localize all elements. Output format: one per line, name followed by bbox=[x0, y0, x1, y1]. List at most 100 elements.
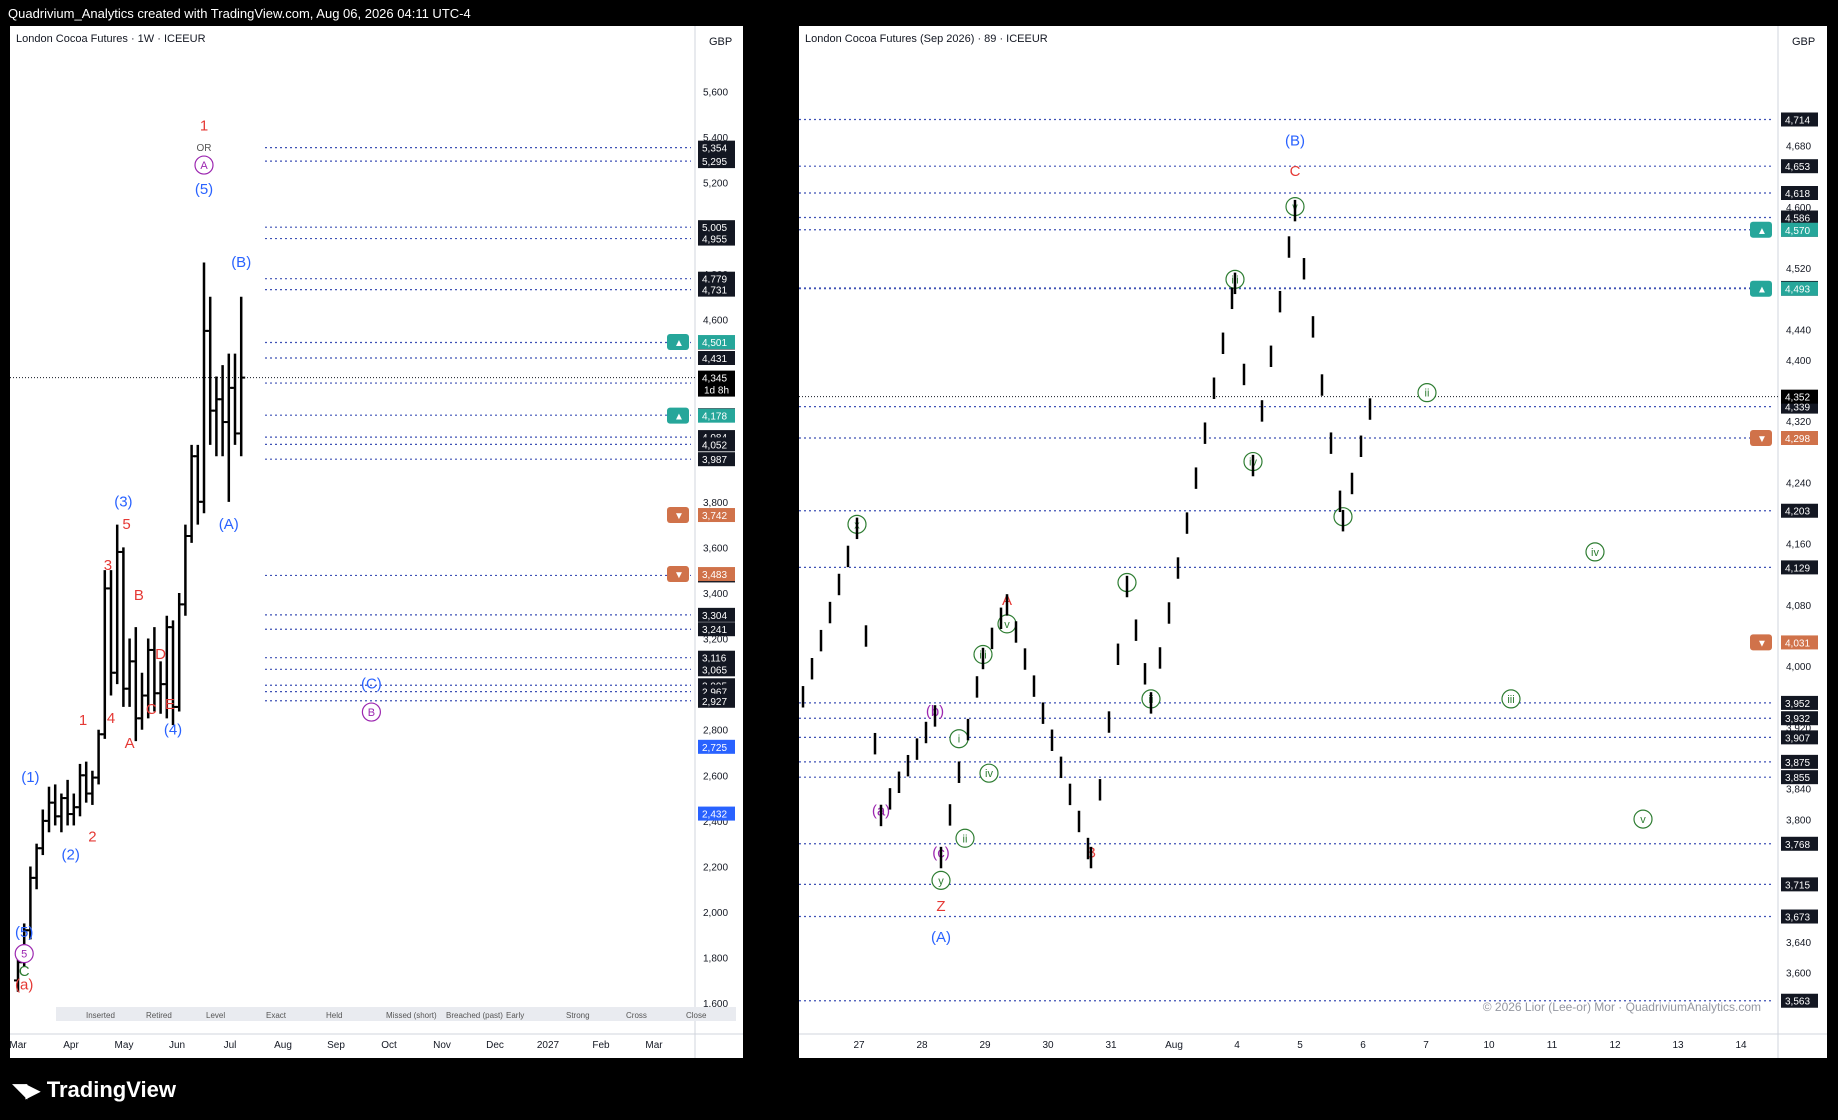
y-tick-label: 3,800 bbox=[703, 498, 728, 509]
wave-label: 3 bbox=[104, 557, 112, 574]
price-marker-label: 3,742 bbox=[702, 511, 727, 522]
x-tick-label: Aug bbox=[1165, 1040, 1183, 1051]
level-tag-label: 3,065 bbox=[702, 665, 727, 676]
last-price-label: 4,345 bbox=[702, 374, 727, 385]
marker-arrow: ▼ bbox=[1757, 638, 1767, 649]
x-tick-label: 11 bbox=[1547, 1040, 1558, 1051]
chart-title: London Cocoa Futures · 1W · ICEEUR bbox=[16, 33, 206, 45]
y-tick-label: 4,400 bbox=[1786, 356, 1811, 367]
legend-item: Held bbox=[326, 1011, 342, 1020]
level-tag-label: 4,731 bbox=[702, 286, 727, 297]
legend-item: Inserted bbox=[86, 1011, 115, 1020]
wave-label: (3) bbox=[114, 493, 132, 510]
y-tick-label: 4,440 bbox=[1786, 325, 1811, 336]
marker-arrow: ▲ bbox=[1757, 226, 1767, 237]
x-tick-label: Dec bbox=[486, 1040, 504, 1051]
wave-label: (2) bbox=[62, 847, 80, 864]
level-tag-label: 3,563 bbox=[1785, 997, 1810, 1008]
footer-brand-name: TradingView bbox=[46, 1077, 176, 1102]
y-tick-label: 4,520 bbox=[1786, 264, 1811, 275]
y-tick-label: 3,640 bbox=[1786, 938, 1811, 949]
y-tick-label: 4,240 bbox=[1786, 478, 1811, 489]
y-tick-label: 3,600 bbox=[703, 543, 728, 554]
wave-label: 1 bbox=[200, 117, 208, 134]
currency-label: GBP bbox=[1792, 36, 1815, 48]
wave-label: ii bbox=[963, 833, 968, 845]
wave-label: (C) bbox=[361, 676, 382, 693]
level-tag-label: 3,875 bbox=[1785, 758, 1810, 769]
level-tag-label: 4,955 bbox=[702, 235, 727, 246]
legend-item: Early bbox=[506, 1011, 524, 1020]
wave-label: D bbox=[155, 646, 166, 663]
wave-label: ii bbox=[1425, 388, 1430, 400]
y-tick-label: 3,800 bbox=[1786, 815, 1811, 826]
y-tick-label: 5,200 bbox=[703, 179, 728, 190]
chart-caption: Quadrivium_Analytics created with Tradin… bbox=[8, 6, 471, 21]
intraday-chart-pane[interactable]: GBP London Cocoa Futures (Sep 2026) · 89 … bbox=[799, 26, 1827, 1058]
y-tick-label: 2,200 bbox=[703, 862, 728, 873]
level-tag-label: 3,987 bbox=[702, 455, 727, 466]
wave-label: C bbox=[1290, 163, 1301, 180]
level-tag-label: 3,907 bbox=[1785, 733, 1810, 744]
wave-label: y bbox=[938, 875, 944, 887]
level-tag-label: 5,354 bbox=[702, 144, 727, 155]
x-tick-label: Oct bbox=[381, 1040, 397, 1051]
y-tick-label: 2,600 bbox=[703, 771, 728, 782]
x-tick-label: Mar bbox=[10, 1040, 27, 1051]
wave-label: (4) bbox=[164, 721, 182, 738]
y-tick-label: 3,400 bbox=[703, 589, 728, 600]
price-marker-label: 2,725 bbox=[702, 743, 727, 754]
x-tick-label: Mar bbox=[645, 1040, 663, 1051]
wave-label: B bbox=[368, 707, 375, 719]
x-tick-label: 2027 bbox=[537, 1040, 560, 1051]
price-marker-label: 4,178 bbox=[702, 412, 727, 423]
legend-item: Strong bbox=[566, 1011, 590, 1020]
legend-item: Level bbox=[206, 1011, 225, 1020]
wave-label: (a) bbox=[15, 977, 33, 994]
marker-arrow: ▲ bbox=[674, 412, 684, 423]
wave-label: i bbox=[958, 734, 960, 746]
wave-label: 5 bbox=[122, 516, 130, 533]
x-tick-label: Feb bbox=[592, 1040, 610, 1051]
level-tag-label: 3,304 bbox=[702, 611, 727, 622]
legend-item: Breached (past) bbox=[446, 1011, 503, 1020]
x-tick-label: Jul bbox=[224, 1040, 237, 1051]
level-tag-label: 3,952 bbox=[1785, 699, 1810, 710]
x-tick-label: Aug bbox=[274, 1040, 292, 1051]
wave-label: 5 bbox=[21, 949, 27, 961]
x-tick-label: 10 bbox=[1483, 1040, 1495, 1051]
wave-label: 1 bbox=[79, 712, 87, 729]
intraday-chart-svg[interactable]: GBP London Cocoa Futures (Sep 2026) · 89 … bbox=[799, 26, 1827, 1058]
level-tag-label: 4,714 bbox=[1785, 116, 1810, 127]
level-tag-label: 2,927 bbox=[702, 697, 727, 708]
y-tick-label: 4,080 bbox=[1786, 601, 1811, 612]
wave-label: B bbox=[134, 587, 144, 604]
x-tick-label: 12 bbox=[1609, 1040, 1621, 1051]
level-tag-label: 3,673 bbox=[1785, 913, 1810, 924]
price-marker-label: 4,298 bbox=[1785, 434, 1810, 445]
wave-label: (B) bbox=[231, 254, 251, 271]
tradingview-logo-icon: ◥▶ bbox=[12, 1079, 41, 1102]
marker-arrow: ▲ bbox=[1757, 285, 1767, 296]
price-marker-label: 3,483 bbox=[702, 570, 727, 581]
level-tag-label: 5,295 bbox=[702, 157, 727, 168]
y-tick-label: 2,000 bbox=[703, 908, 728, 919]
y-tick-label: 2,800 bbox=[703, 726, 728, 737]
y-tick-label: 3,600 bbox=[1786, 968, 1811, 979]
y-tick-label: 4,680 bbox=[1786, 142, 1811, 153]
price-marker-label: 4,570 bbox=[1785, 226, 1810, 237]
wave-label: iii bbox=[1507, 694, 1514, 706]
wave-label: E bbox=[165, 696, 175, 713]
x-tick-label: Nov bbox=[433, 1040, 451, 1051]
wave-label: (1) bbox=[21, 769, 39, 786]
weekly-chart-pane[interactable]: GBP London Cocoa Futures · 1W · ICEEUR 5,6… bbox=[10, 26, 743, 1058]
wave-label: Z bbox=[936, 898, 945, 915]
y-tick-label: 3,840 bbox=[1786, 785, 1811, 796]
wave-label: 4 bbox=[107, 710, 115, 727]
x-tick-label: 4 bbox=[1234, 1040, 1240, 1051]
price-marker-label: 4,031 bbox=[1785, 638, 1810, 649]
weekly-chart-svg[interactable]: GBP London Cocoa Futures · 1W · ICEEUR 5,6… bbox=[10, 26, 743, 1058]
level-tag-label: 4,052 bbox=[702, 440, 727, 451]
x-tick-label: 6 bbox=[1360, 1040, 1366, 1051]
level-tag-label: 4,203 bbox=[1785, 507, 1810, 518]
